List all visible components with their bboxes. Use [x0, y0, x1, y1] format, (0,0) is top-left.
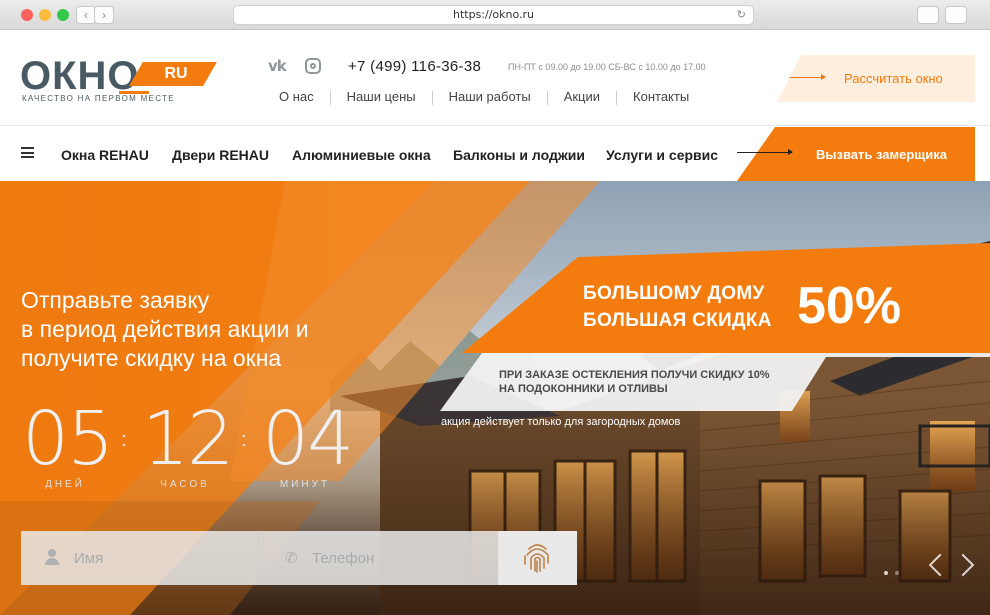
address-bar[interactable]: https://okno.ru ↻: [233, 5, 754, 25]
countdown-minutes: 04: [262, 396, 354, 482]
slider-dot[interactable]: [884, 571, 888, 575]
name-placeholder: Имя: [74, 550, 104, 567]
discount-banner-line: Большому дому: [583, 283, 765, 304]
discount-banner-line: большая скидка: [583, 310, 772, 331]
sub-offer-line: НА ПОДОКОННИКИ И ОТЛИВЫ: [499, 383, 668, 395]
nav-divider: [431, 91, 433, 105]
phone-placeholder: Телефон: [312, 550, 375, 567]
nav-link-about[interactable]: О нас: [279, 89, 314, 105]
tabs-icon[interactable]: [945, 6, 967, 24]
countdown-hours-label: часов: [160, 479, 210, 490]
share-icon[interactable]: [917, 6, 939, 24]
main-nav-windows-rehau[interactable]: Окна REHAU: [61, 147, 149, 163]
countdown-hours: 12: [142, 396, 234, 482]
instagram-icon[interactable]: [305, 58, 321, 74]
logo-tagline: качество на первом месте: [22, 94, 175, 103]
countdown-separator: :: [241, 429, 247, 451]
countdown-days-label: дней: [45, 479, 85, 490]
discount-banner-text: Большому дому большая скидка: [583, 280, 772, 334]
nav-link-contacts[interactable]: Контакты: [633, 89, 689, 105]
call-measurer-label: Вызвать замерщика: [816, 147, 947, 162]
main-nav-balconies[interactable]: Балконы и лоджии: [453, 147, 585, 163]
hero-title: Отправьте заявку в период действия акции…: [21, 286, 309, 373]
submit-button[interactable]: [498, 531, 577, 585]
hero-title-line: в период действия акции и: [21, 316, 309, 342]
vk-icon[interactable]: vk: [268, 57, 287, 75]
main-nav-services[interactable]: Услуги и сервис: [606, 147, 718, 163]
calculate-window-label: Рассчитать окно: [844, 71, 943, 86]
nav-link-works[interactable]: Наши работы: [449, 89, 531, 105]
promo-note: акция действует только для загородных до…: [441, 416, 681, 428]
top-nav: О нас Наши цены Наши работы Акции Контак…: [279, 89, 689, 105]
working-hours: ПН-ПТ с 09.00 до 19.00 СБ-ВС с 10.00 до …: [508, 62, 706, 72]
reload-icon[interactable]: ↻: [737, 6, 746, 24]
main-nav-doors-rehau[interactable]: Двери REHAU: [172, 147, 269, 163]
logo-badge: RU: [129, 62, 217, 86]
phone-number[interactable]: +7 (499) 116-36-38: [348, 58, 481, 75]
sub-offer-line: ПРИ ЗАКАЗЕ ОСТЕКЛЕНИЯ ПОЛУЧИ СКИДКУ 10%: [499, 369, 770, 381]
menu-icon[interactable]: [21, 147, 34, 158]
minimize-window-button[interactable]: [39, 9, 51, 21]
main-nav-aluminium-windows[interactable]: Алюминиевые окна: [292, 147, 431, 163]
hero-title-line: Отправьте заявку: [21, 287, 210, 313]
arrow-right-icon: [737, 149, 793, 155]
browser-toolbar: ‹ › https://okno.ru ↻: [0, 0, 990, 30]
url-text: https://okno.ru: [452, 8, 535, 21]
nav-divider: [329, 91, 331, 105]
maximize-window-button[interactable]: [57, 9, 69, 21]
slider-dot[interactable]: [895, 571, 899, 575]
calculate-window-button[interactable]: Рассчитать окно: [777, 55, 975, 102]
phone-field[interactable]: ✆ Телефон: [259, 531, 498, 585]
close-window-button[interactable]: [21, 9, 33, 21]
nav-divider: [616, 91, 618, 105]
logo-suffix: RU: [164, 65, 188, 82]
nav-link-promotions[interactable]: Акции: [564, 89, 600, 105]
fingerprint-icon: [524, 544, 549, 573]
site-header: ОКНО RU качество на первом месте vk +7 (…: [0, 31, 990, 126]
phone-icon: ✆: [285, 550, 298, 567]
sub-offer-text: ПРИ ЗАКАЗЕ ОСТЕКЛЕНИЯ ПОЛУЧИ СКИДКУ 10% …: [499, 368, 770, 396]
nav-link-prices[interactable]: Наши цены: [347, 89, 416, 105]
countdown-days: 05: [22, 396, 114, 482]
back-button[interactable]: ‹: [76, 6, 96, 24]
countdown-minutes-label: минут: [279, 479, 331, 490]
call-measurer-button[interactable]: Вызвать замерщика: [737, 127, 975, 181]
forward-button[interactable]: ›: [94, 6, 114, 24]
nav-divider: [546, 91, 548, 105]
discount-percent: 50%: [797, 277, 902, 335]
arrow-right-icon: [777, 74, 826, 80]
name-field[interactable]: Имя: [21, 531, 259, 585]
user-icon: [45, 549, 59, 565]
hero-title-line: получите скидку на окна: [21, 345, 282, 371]
main-nav: Окна REHAU Двери REHAU Алюминиевые окна …: [0, 127, 990, 181]
hero-banner: Отправьте заявку в период действия акции…: [0, 181, 990, 615]
request-form: Имя ✆ Телефон: [21, 531, 577, 585]
countdown-separator: :: [121, 429, 127, 451]
